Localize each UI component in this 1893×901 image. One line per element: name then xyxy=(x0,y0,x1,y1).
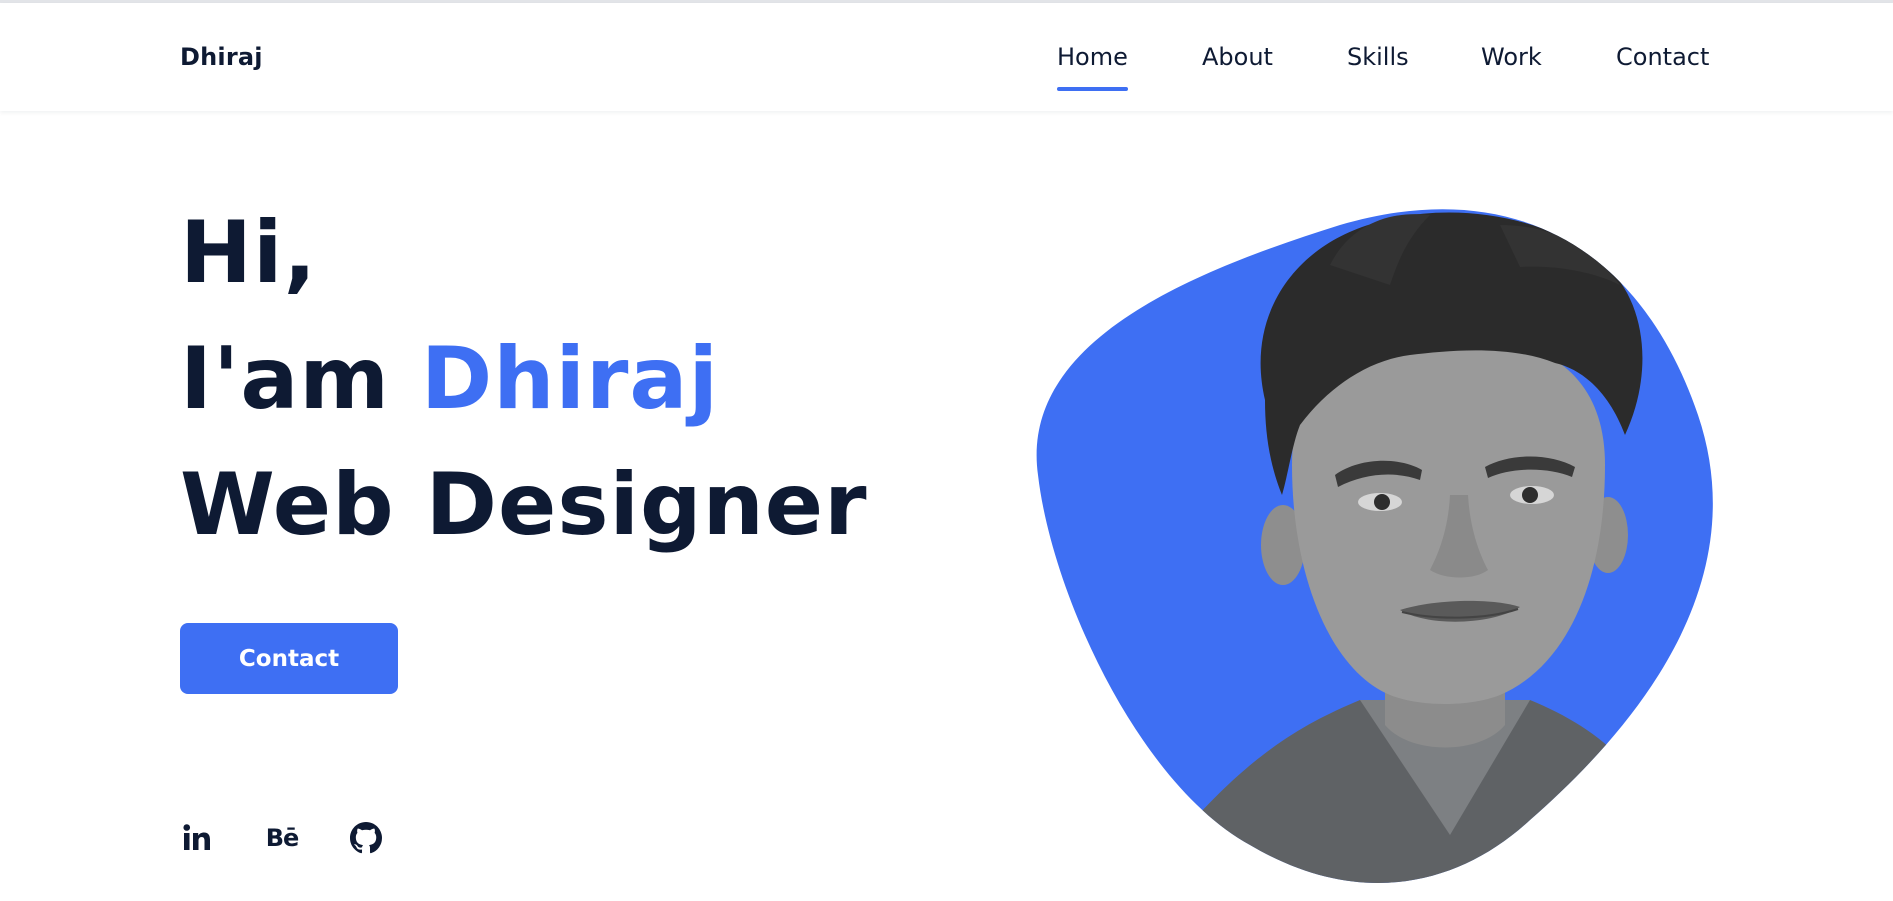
hero-greeting: Hi, xyxy=(180,203,318,303)
nav-contact[interactable]: Contact xyxy=(1616,43,1709,71)
github-glyph xyxy=(350,822,382,854)
nav-about[interactable]: About xyxy=(1202,43,1273,71)
profile-photo xyxy=(1036,209,1713,884)
contact-button[interactable]: Contact xyxy=(180,623,398,694)
linkedin-icon[interactable] xyxy=(177,818,217,858)
hero-name: Dhiraj xyxy=(420,329,719,429)
github-icon[interactable] xyxy=(346,818,386,858)
hero-intro-prefix: I'am xyxy=(180,329,421,429)
behance-icon[interactable]: Bē xyxy=(262,818,302,858)
main-nav: Home About Skills Work Contact xyxy=(0,43,1893,103)
site-header: Dhiraj Home About Skills Work Contact xyxy=(0,3,1893,111)
nav-skills[interactable]: Skills xyxy=(1347,43,1409,71)
behance-glyph: Bē xyxy=(265,824,300,852)
nav-work[interactable]: Work xyxy=(1481,43,1542,71)
hero-role: Web Designer xyxy=(180,455,868,555)
hero-intro: I'am Dhiraj xyxy=(180,336,719,422)
linkedin-glyph xyxy=(183,824,210,850)
nav-home[interactable]: Home xyxy=(1057,43,1128,91)
